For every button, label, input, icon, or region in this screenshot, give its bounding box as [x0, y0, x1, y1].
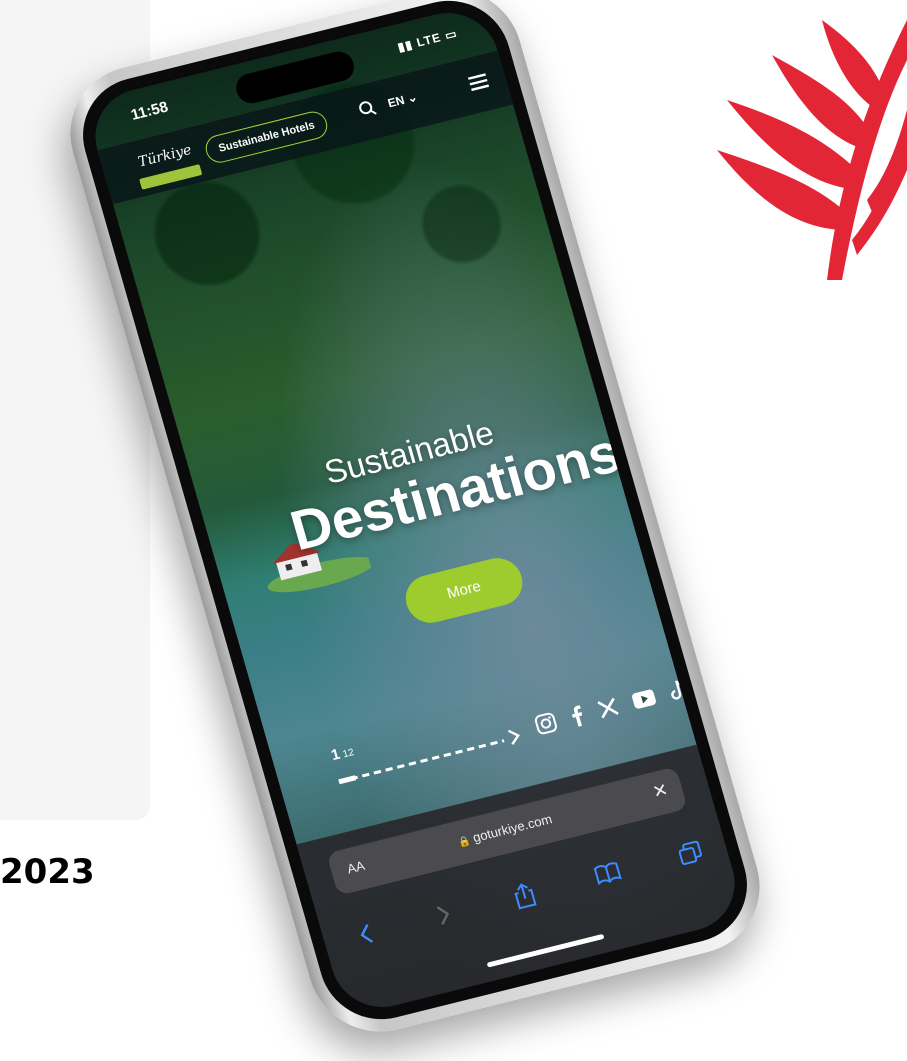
youtube-icon[interactable] [630, 688, 660, 716]
signal-icon: ▮▮ [395, 37, 415, 55]
search-icon[interactable] [356, 98, 378, 120]
turkiye-logo[interactable]: Türkiye [113, 138, 203, 193]
share-icon[interactable] [510, 881, 539, 911]
close-icon[interactable]: ✕ [650, 779, 670, 803]
language-label: EN [386, 92, 407, 111]
clock: 11:58 [128, 98, 171, 124]
year-label: 2023 [0, 852, 95, 892]
chevron-down-icon: ⌄ [405, 89, 420, 106]
leaf-decoration [717, 20, 907, 280]
facebook-icon[interactable] [567, 704, 588, 733]
battery-icon: ▭ [443, 26, 460, 43]
status-icons: ▮▮ LTE ▭ [396, 26, 459, 54]
tabs-icon[interactable] [675, 839, 705, 868]
bookmarks-icon[interactable] [592, 859, 623, 886]
lock-icon: 🔒 [457, 835, 473, 849]
back-icon[interactable] [355, 921, 377, 948]
phone-mockup: 11:58 ▮▮ LTE ▭ Türkiye Sustainable Hotel… [53, 0, 777, 1047]
logo-text: Türkiye [136, 141, 194, 171]
forward-icon[interactable] [433, 901, 455, 928]
language-selector[interactable]: EN ⌄ [386, 90, 419, 111]
x-icon[interactable] [594, 695, 623, 726]
text-size-button[interactable]: AA [345, 858, 366, 877]
network-label: LTE [414, 30, 443, 50]
url-text: 🔒goturkiye.com [457, 811, 554, 849]
hamburger-menu-icon[interactable] [467, 72, 490, 92]
